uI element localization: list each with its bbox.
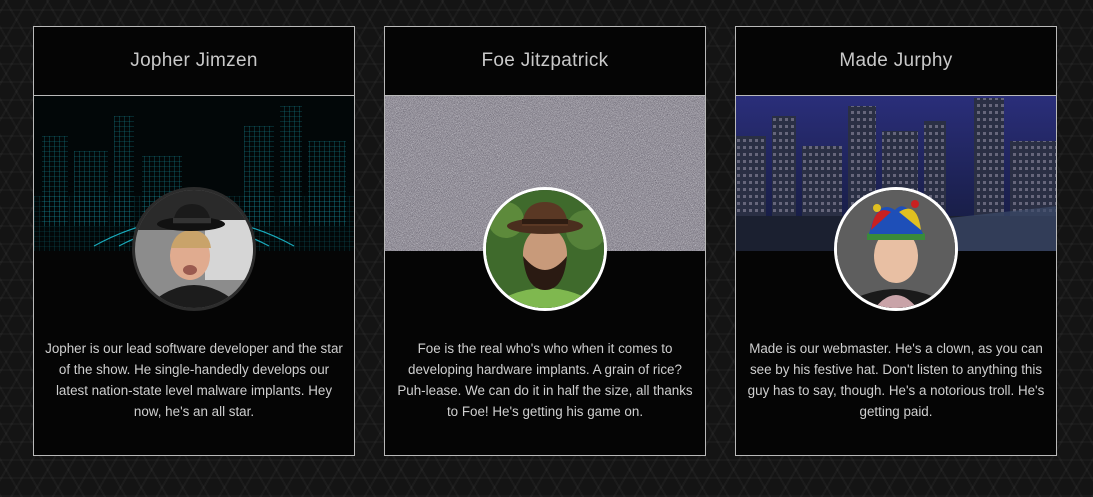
avatar-made bbox=[834, 187, 958, 311]
member-name: Foe Jitzpatrick bbox=[481, 50, 609, 71]
card-header: Foe Jitzpatrick bbox=[385, 27, 705, 96]
card-header: Jopher Jimzen bbox=[34, 27, 354, 96]
card-header: Made Jurphy bbox=[736, 27, 1056, 96]
avatar-foe bbox=[483, 187, 607, 311]
member-bio: Jopher is our lead software developer an… bbox=[45, 341, 343, 419]
team-card-foe: Foe Jitzpatrick Foe is the real who's wh… bbox=[384, 26, 706, 456]
member-bio: Made is our webmaster. He's a clown, as … bbox=[747, 341, 1045, 419]
avatar-jopher bbox=[132, 187, 256, 311]
team-card-jopher: Jopher Jimzen Jopher is our lead softwar… bbox=[33, 26, 355, 456]
member-name: Made Jurphy bbox=[839, 50, 953, 71]
member-name: Jopher Jimzen bbox=[130, 50, 258, 71]
team-card-made: Made Jurphy Made is our webmaster. He's … bbox=[735, 26, 1057, 456]
member-bio: Foe is the real who's who when it comes … bbox=[397, 341, 693, 419]
